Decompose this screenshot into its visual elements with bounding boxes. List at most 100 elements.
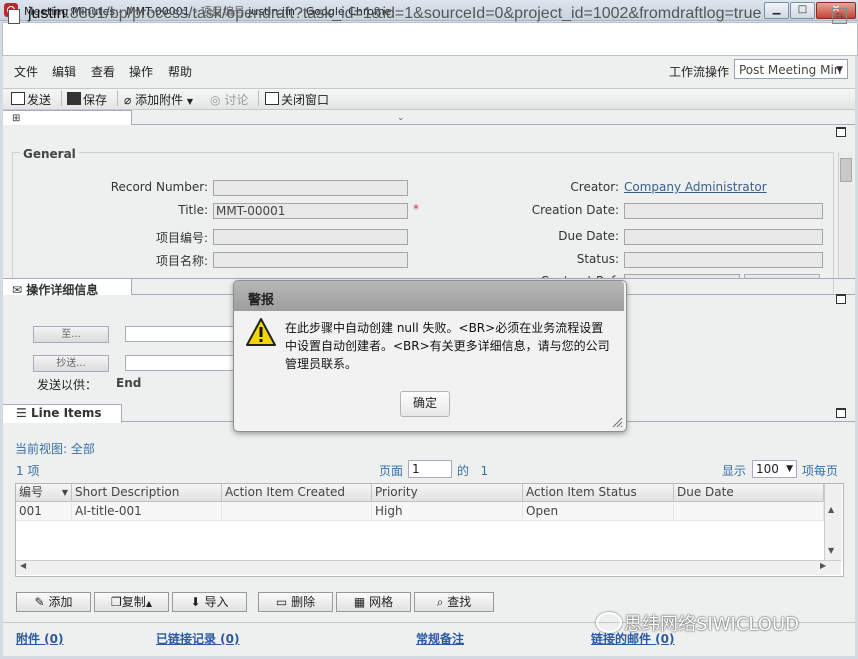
form-icon: ⊞ [12, 113, 21, 124]
translate-icon[interactable]: ⇆ [832, 8, 847, 24]
form-scrollbar-thumb[interactable] [840, 158, 852, 182]
discuss-button[interactable]: ◎ 讨论 [210, 91, 248, 108]
project-number-label: 项目编号: [155, 231, 208, 245]
save-button[interactable]: 保存 [67, 91, 107, 108]
find-button[interactable]: ⌕ 查找 [414, 592, 494, 612]
chevron-down-icon: ▼ [786, 464, 793, 474]
linked-records-link[interactable]: 已链接记录 (0) [156, 630, 240, 647]
maximize-section-button[interactable] [836, 408, 846, 418]
column-header-priority[interactable]: Priority [372, 484, 523, 501]
per-page-select[interactable]: 100 ▼ [752, 460, 797, 478]
minimize-button[interactable]: ▁ [764, 2, 789, 19]
to-input[interactable] [125, 326, 235, 342]
chevron-up-icon: ▲ [145, 599, 152, 608]
toolbar-divider [61, 90, 62, 106]
line-items-title: ☰ Line Items [16, 406, 102, 420]
alert-dialog-message: 在此步骤中自动创建 null 失败。<BR>必须在业务流程设置中设置自动创建者。… [285, 321, 610, 371]
due-date-field[interactable] [624, 229, 823, 245]
menu-file[interactable]: 文件 [14, 63, 38, 80]
due-date-label: Due Date: [558, 229, 619, 243]
per-page-label: 项每页 [802, 464, 839, 478]
menu-actions[interactable]: 操作 [129, 63, 153, 80]
creator-label: Creator: [570, 180, 619, 194]
save-icon [67, 92, 81, 105]
paperclip-icon: ⌀ [124, 93, 132, 107]
url-text[interactable]: justin:8801/bp/process/task/opendraft?ta… [28, 5, 761, 23]
chevron-down-icon: ▼ [186, 97, 194, 106]
maximize-section-button[interactable] [836, 127, 846, 137]
scroll-right-icon[interactable]: ▶ [820, 561, 826, 570]
send-to-value: End [116, 376, 142, 390]
grid-horizontal-scrollbar[interactable] [16, 560, 841, 575]
close-box-icon [265, 92, 279, 105]
current-view[interactable]: 当前视图: 全部 [15, 440, 95, 457]
creation-date-field[interactable] [624, 203, 823, 219]
menu-view[interactable]: 查看 [91, 63, 115, 80]
import-button[interactable]: ⬇ 导入 [172, 592, 247, 612]
required-mark: * [413, 202, 419, 216]
scroll-down-icon[interactable]: ▼ [828, 546, 834, 555]
cell-short-description: AI-title-001 [72, 503, 222, 521]
record-number-label: Record Number: [110, 180, 208, 194]
chevron-down-icon[interactable]: ⌄ [397, 113, 405, 123]
cell-due-date [674, 503, 824, 521]
close-window-toolbar-button[interactable]: 关闭窗口 [265, 91, 329, 108]
attachments-link[interactable]: 附件 (0) [16, 630, 64, 647]
watermark-text: 思纬网络SIWICLOUD [624, 614, 799, 635]
send-button[interactable]: 发送 [11, 91, 51, 108]
send-icon [11, 92, 25, 105]
cc-input[interactable] [125, 355, 235, 371]
add-button[interactable]: ✎ 添加 [16, 592, 91, 612]
cc-button[interactable]: 抄送... [33, 355, 109, 372]
maximize-button[interactable]: □ [790, 2, 815, 19]
general-panel [12, 152, 834, 293]
page-input[interactable]: 1 [408, 460, 452, 478]
menu-edit[interactable]: 编辑 [52, 63, 76, 80]
tab-divider [131, 124, 855, 125]
title-field[interactable]: MMT-00001 [213, 203, 408, 219]
cell-number: 001 [16, 503, 72, 521]
toolbar-divider [258, 90, 259, 106]
creation-date-label: Creation Date: [531, 203, 619, 217]
address-bar[interactable] [2, 22, 858, 56]
workflow-actions-select[interactable]: Post Meeting Min ▼ [734, 59, 848, 79]
grid-button[interactable]: ▦ 网格 [336, 592, 411, 612]
grid-icon: ▦ [353, 595, 366, 609]
wechat-icon [596, 612, 622, 633]
column-header-action-item-status[interactable]: Action Item Status [523, 484, 674, 501]
to-button[interactable]: 至... [33, 326, 109, 343]
item-count: 1 项 [16, 464, 40, 478]
delete-icon: ▭ [275, 595, 288, 609]
project-number-field[interactable] [213, 229, 408, 245]
toolbar-divider [117, 90, 118, 106]
page-label: 页面 [379, 464, 404, 478]
general-notes-link[interactable]: 常规备注 [416, 630, 464, 647]
general-legend: General [20, 147, 79, 161]
column-header-due-date[interactable]: Due Date [674, 484, 824, 501]
add-icon: ✎ [34, 595, 45, 609]
project-name-field[interactable] [213, 252, 408, 268]
alert-dialog-title: 警报 [248, 293, 275, 308]
copy-icon: ❐ [111, 595, 122, 609]
scroll-up-icon[interactable]: ▲ [828, 505, 834, 514]
copy-button[interactable]: ❐复制▲ [94, 592, 169, 612]
column-header-number[interactable]: 编号 ▼ [16, 484, 72, 501]
menu-help[interactable]: 帮助 [168, 63, 192, 80]
send-to-label: 发送以供： [37, 378, 98, 392]
search-icon: ⌕ [436, 595, 444, 609]
scroll-left-icon[interactable]: ◀ [20, 561, 26, 570]
maximize-section-button[interactable] [836, 294, 846, 304]
resize-grip-icon[interactable] [611, 416, 623, 428]
status-field[interactable] [624, 252, 823, 268]
cell-priority: High [372, 503, 523, 521]
creator-link[interactable]: Company Administrator [624, 180, 767, 194]
form-tab[interactable] [3, 110, 132, 125]
column-header-short-description[interactable]: Short Description [72, 484, 222, 501]
ops-section-title: ✉ 操作详细信息 [12, 283, 99, 297]
record-number-field[interactable] [213, 180, 408, 196]
ok-button[interactable]: 确定 [400, 391, 450, 417]
column-header-action-item-created[interactable]: Action Item Created [222, 484, 372, 501]
add-attachment-button[interactable]: ⌀ 添加附件 ▼ [124, 91, 193, 108]
alert-dialog-header[interactable] [234, 281, 624, 311]
delete-button[interactable]: ▭ 删除 [258, 592, 333, 612]
